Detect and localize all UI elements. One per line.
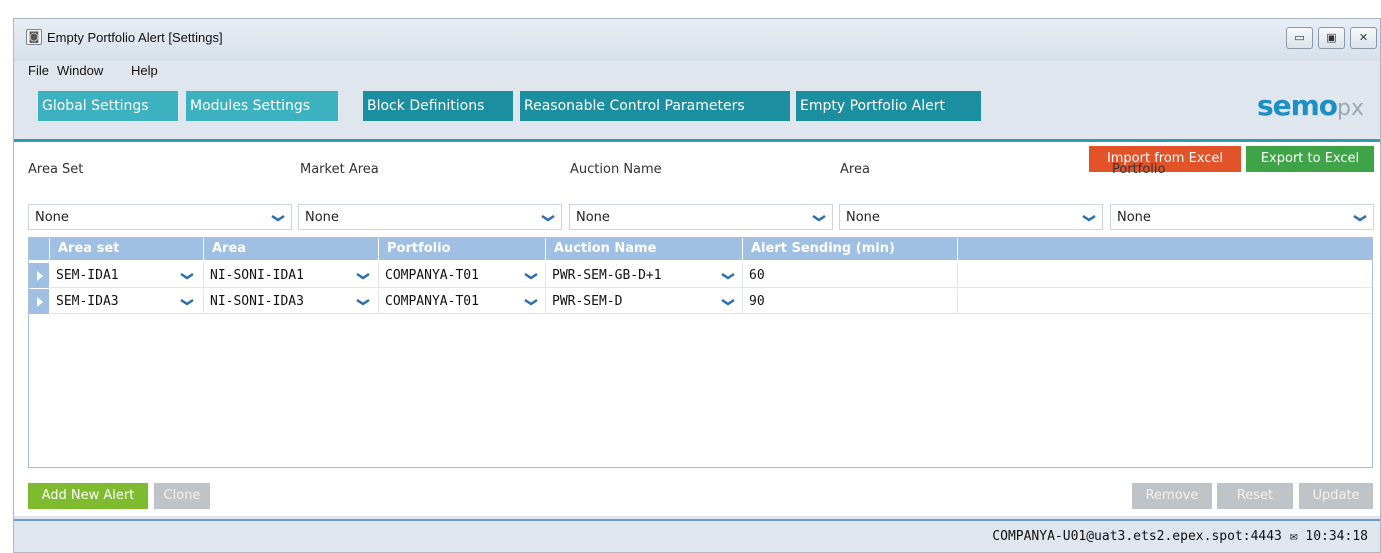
market-area-select[interactable]: None bbox=[298, 204, 562, 230]
window-title: Empty Portfolio Alert [Settings] bbox=[47, 30, 223, 45]
menu-file[interactable]: File bbox=[28, 63, 49, 78]
column-header-auction-name[interactable]: Auction Name bbox=[546, 238, 743, 260]
auction-name-select[interactable]: None bbox=[569, 204, 833, 230]
update-button[interactable]: Update bbox=[1299, 483, 1373, 509]
column-header-area[interactable]: Area bbox=[204, 238, 379, 260]
chevron-down-icon[interactable] bbox=[721, 269, 735, 283]
column-header-area-set[interactable]: Area set bbox=[50, 238, 204, 260]
filter-label-area-set: Area Set bbox=[28, 162, 84, 177]
connection-string: COMPANYA-U01@uat3.ets2.epex.spot:4443 bbox=[992, 529, 1282, 544]
tab-empty-portfolio-alert[interactable]: Empty Portfolio Alert bbox=[796, 91, 981, 121]
portfolio-select[interactable]: None bbox=[1110, 204, 1374, 230]
area-select[interactable]: None bbox=[839, 204, 1103, 230]
status-info: COMPANYA-U01@uat3.ets2.epex.spot:4443 ✉ … bbox=[992, 529, 1368, 544]
mail-icon[interactable]: ✉ bbox=[1290, 529, 1298, 544]
cell-auction-name[interactable]: PWR-SEM-GB-D+1 bbox=[546, 263, 743, 288]
minimize-button[interactable]: ▭ bbox=[1286, 27, 1313, 49]
chevron-down-icon[interactable] bbox=[180, 269, 194, 283]
chevron-down-icon[interactable] bbox=[356, 295, 370, 309]
cell-auction-name[interactable]: PWR-SEM-D bbox=[546, 289, 743, 314]
cell-area-set[interactable]: SEM-IDA3 bbox=[50, 289, 204, 314]
chevron-down-icon bbox=[812, 214, 826, 222]
cell-area[interactable]: NI-SONI-IDA1 bbox=[204, 263, 379, 288]
export-to-excel-button[interactable]: Export to Excel bbox=[1246, 146, 1374, 172]
clock: 10:34:18 bbox=[1305, 529, 1368, 544]
app-icon: ◙ bbox=[26, 29, 42, 45]
status-bar: COMPANYA-U01@uat3.ets2.epex.spot:4443 ✉ … bbox=[14, 519, 1380, 552]
chevron-down-icon[interactable] bbox=[356, 269, 370, 283]
row-expand-icon[interactable] bbox=[29, 289, 50, 314]
tab-reasonable-control-parameters[interactable]: Reasonable Control Parameters bbox=[520, 91, 790, 121]
title-bar: ◙ Empty Portfolio Alert [Settings] ▭ ▣ ✕ bbox=[14, 19, 1380, 61]
chevron-down-icon bbox=[1082, 214, 1096, 222]
alerts-grid: Area set Area Portfolio Auction Name Ale… bbox=[28, 237, 1373, 468]
chevron-down-icon[interactable] bbox=[721, 295, 735, 309]
tab-block-definitions[interactable]: Block Definitions bbox=[363, 91, 513, 121]
area-set-select[interactable]: None bbox=[28, 204, 292, 230]
chevron-down-icon[interactable] bbox=[524, 295, 538, 309]
clone-button[interactable]: Clone bbox=[154, 483, 210, 509]
add-new-alert-button[interactable]: Add New Alert bbox=[28, 483, 148, 509]
cell-portfolio[interactable]: COMPANYA-T01 bbox=[379, 289, 546, 314]
chevron-down-icon bbox=[541, 214, 555, 222]
chevron-down-icon bbox=[1353, 214, 1367, 222]
filter-label-auction-name: Auction Name bbox=[570, 162, 662, 177]
cell-area-set[interactable]: SEM-IDA1 bbox=[50, 263, 204, 288]
remove-button[interactable]: Remove bbox=[1132, 483, 1212, 509]
row-expand-icon[interactable] bbox=[29, 263, 50, 288]
reset-button[interactable]: Reset bbox=[1217, 483, 1293, 509]
row-header-corner bbox=[29, 238, 50, 260]
tab-global-settings[interactable]: Global Settings bbox=[38, 91, 178, 121]
menu-window[interactable]: Window bbox=[57, 63, 103, 78]
cell-portfolio[interactable]: COMPANYA-T01 bbox=[379, 263, 546, 288]
table-row[interactable]: SEM-IDA1 NI-SONI-IDA1 COMPANYA-T01 PWR-S… bbox=[29, 263, 1372, 288]
cell-alert-sending[interactable]: 60 bbox=[743, 263, 958, 288]
menu-help[interactable]: Help bbox=[131, 63, 158, 78]
column-header-alert-sending[interactable]: Alert Sending (min) bbox=[743, 238, 958, 260]
cell-area[interactable]: NI-SONI-IDA3 bbox=[204, 289, 379, 314]
table-row[interactable]: SEM-IDA3 NI-SONI-IDA3 COMPANYA-T01 PWR-S… bbox=[29, 289, 1372, 314]
filter-label-portfolio: Portfolio bbox=[1112, 162, 1166, 177]
filter-label-market-area: Market Area bbox=[300, 162, 379, 177]
semopx-logo: semopx bbox=[1256, 89, 1364, 122]
chevron-down-icon[interactable] bbox=[524, 269, 538, 283]
tab-modules-settings[interactable]: Modules Settings bbox=[186, 91, 338, 121]
close-button[interactable]: ✕ bbox=[1350, 27, 1377, 49]
chevron-down-icon bbox=[271, 214, 285, 222]
filter-label-area: Area bbox=[840, 162, 870, 177]
chevron-down-icon[interactable] bbox=[180, 295, 194, 309]
maximize-button[interactable]: ▣ bbox=[1318, 27, 1345, 49]
grid-header: Area set Area Portfolio Auction Name Ale… bbox=[29, 238, 1372, 260]
cell-alert-sending[interactable]: 90 bbox=[743, 289, 958, 314]
column-header-portfolio[interactable]: Portfolio bbox=[379, 238, 546, 260]
